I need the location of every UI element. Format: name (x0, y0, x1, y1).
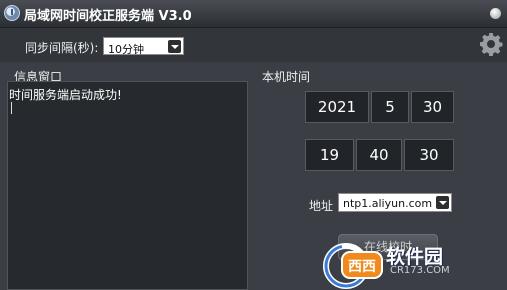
chevron-down-icon[interactable] (168, 40, 181, 53)
title-bar: 局域网时间校正服务端 V3.0 (0, 0, 507, 28)
chevron-down-icon[interactable] (436, 196, 449, 209)
second-field[interactable]: 30 (404, 139, 454, 171)
month-field[interactable]: 5 (371, 91, 409, 123)
svg-text:西西: 西西 (348, 259, 376, 275)
text-caret (11, 102, 12, 114)
watermark: 西西 软件园 CR173.COM (322, 238, 507, 290)
day-field[interactable]: 30 (411, 91, 454, 123)
watermark-logo-icon: 西西 (323, 243, 383, 289)
address-label: 地址 (309, 199, 334, 213)
close-icon[interactable] (490, 8, 501, 19)
watermark-site: CR173.COM (390, 265, 450, 276)
year-field[interactable]: 2021 (305, 91, 369, 123)
address-value: ntp1.aliyun.com (343, 197, 433, 210)
log-line: 时间服务端启动成功! (9, 88, 122, 102)
sync-interval-label: 同步间隔(秒): (25, 41, 99, 55)
window-title: 局域网时间校正服务端 V3.0 (24, 9, 192, 24)
sync-interval-select[interactable]: 10分钟 (103, 37, 184, 56)
local-time-label: 本机时间 (262, 70, 311, 84)
minute-field[interactable]: 40 (356, 139, 402, 171)
toolbar: 同步间隔(秒): 10分钟 (0, 28, 507, 62)
app-icon (4, 5, 20, 21)
gear-icon[interactable] (479, 32, 503, 56)
info-log-area[interactable]: 时间服务端启动成功! (7, 81, 248, 290)
sync-interval-value: 10分钟 (108, 43, 144, 56)
address-select[interactable]: ntp1.aliyun.com (338, 193, 452, 212)
hour-field[interactable]: 19 (305, 139, 354, 171)
